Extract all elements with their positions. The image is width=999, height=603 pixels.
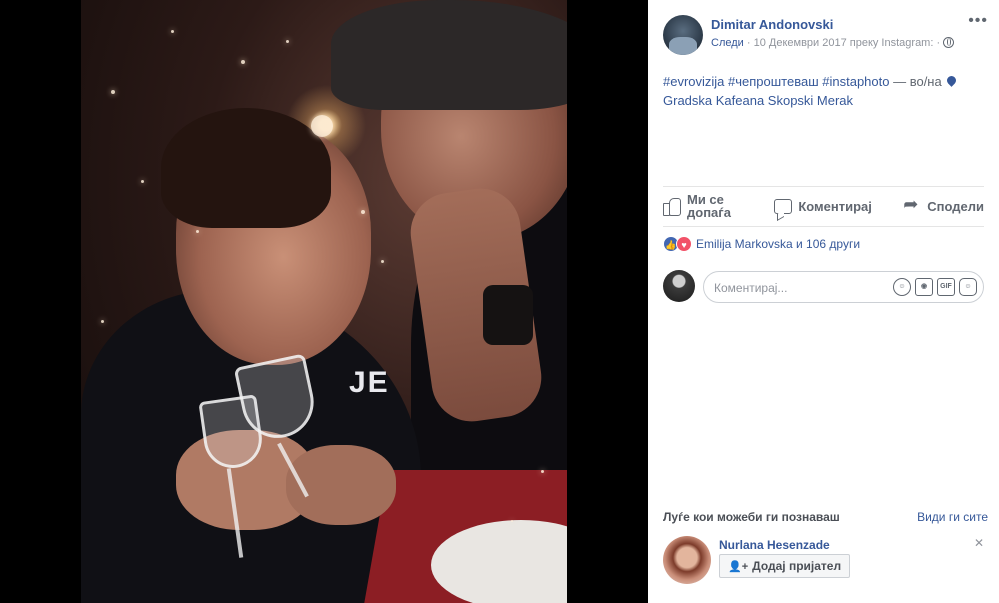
post-sidebar: Dimitar Andonovski Следи · 10 Декември 2… <box>648 0 999 603</box>
photo-viewer: JE <box>0 0 648 603</box>
gif-icon[interactable]: GIF <box>937 278 955 296</box>
add-friend-button[interactable]: 👤+ Додај пријател <box>719 554 851 578</box>
share-icon <box>903 194 921 215</box>
like-label: Ми се допаѓа <box>687 192 731 220</box>
share-button[interactable]: Сподели <box>903 194 984 215</box>
people-you-may-know-header: Луѓе кои можеби ги познаваш Види ги сите <box>663 510 988 524</box>
like-button[interactable]: Ми се допаѓа <box>663 193 743 219</box>
post-caption: #evrovizija #чепроштеваш #instaphoto — в… <box>663 72 988 110</box>
hashtags[interactable]: #evrovizija #чепроштеваш #instaphoto <box>663 74 889 89</box>
comment-icon <box>774 198 793 214</box>
comment-composer: Коментирај... ☺ ◉ GIF ☺ <box>663 270 988 304</box>
post-photo[interactable]: JE <box>81 0 567 603</box>
suggestion-name[interactable]: Nurlana Hesenzade <box>719 538 830 552</box>
add-friend-icon: 👤+ <box>728 560 749 573</box>
reactions-text: Emilija Markovska и 106 други <box>696 237 861 251</box>
pymk-title: Луѓе кои можеби ги познаваш <box>663 510 840 524</box>
comment-input[interactable]: Коментирај... ☺ ◉ GIF ☺ <box>703 271 984 303</box>
post-header: Dimitar Andonovski Следи · 10 Декември 2… <box>663 13 988 55</box>
globe-icon[interactable] <box>943 37 955 48</box>
comment-button[interactable]: Коментирај <box>774 198 872 214</box>
camera-icon[interactable]: ◉ <box>915 278 933 296</box>
see-all-link[interactable]: Види ги сите <box>917 510 988 524</box>
comment-label: Коментирај <box>798 198 872 214</box>
post-timestamp: · 10 Декември 2017 преку Instagram: · <box>743 37 944 49</box>
thumbs-up-icon <box>663 197 681 216</box>
shirt-print: JE <box>349 366 390 399</box>
follow-link[interactable]: Следи <box>711 37 744 49</box>
post-meta: Следи · 10 Декември 2017 преку Instagram… <box>711 37 955 49</box>
location-prefix: — во/на <box>889 74 946 89</box>
author-name[interactable]: Dimitar Andonovski <box>711 17 833 32</box>
add-friend-label: Додај пријател <box>752 559 842 573</box>
current-user-avatar <box>663 270 695 302</box>
divider <box>663 226 984 227</box>
post-actions: Ми се допаѓа Коментирај Сподели <box>663 187 984 225</box>
author-avatar[interactable] <box>663 15 703 55</box>
more-options-icon[interactable]: ••• <box>968 13 988 29</box>
close-icon[interactable]: ✕ <box>974 536 984 550</box>
comment-placeholder: Коментирај... <box>714 281 788 295</box>
reactions-summary[interactable]: 👍 ♥ Emilija Markovska и 106 други <box>663 236 860 252</box>
location-link[interactable]: Gradska Kafeana Skopski Merak <box>663 93 853 108</box>
love-reaction-icon: ♥ <box>676 236 692 252</box>
share-label: Сподели <box>927 198 984 214</box>
friend-suggestion: Nurlana Hesenzade 👤+ Додај пријател ✕ <box>663 536 988 588</box>
emoji-icon[interactable]: ☺ <box>893 278 911 296</box>
location-pin-icon <box>945 74 959 87</box>
suggestion-avatar[interactable] <box>663 536 711 584</box>
sticker-icon[interactable]: ☺ <box>959 278 977 296</box>
